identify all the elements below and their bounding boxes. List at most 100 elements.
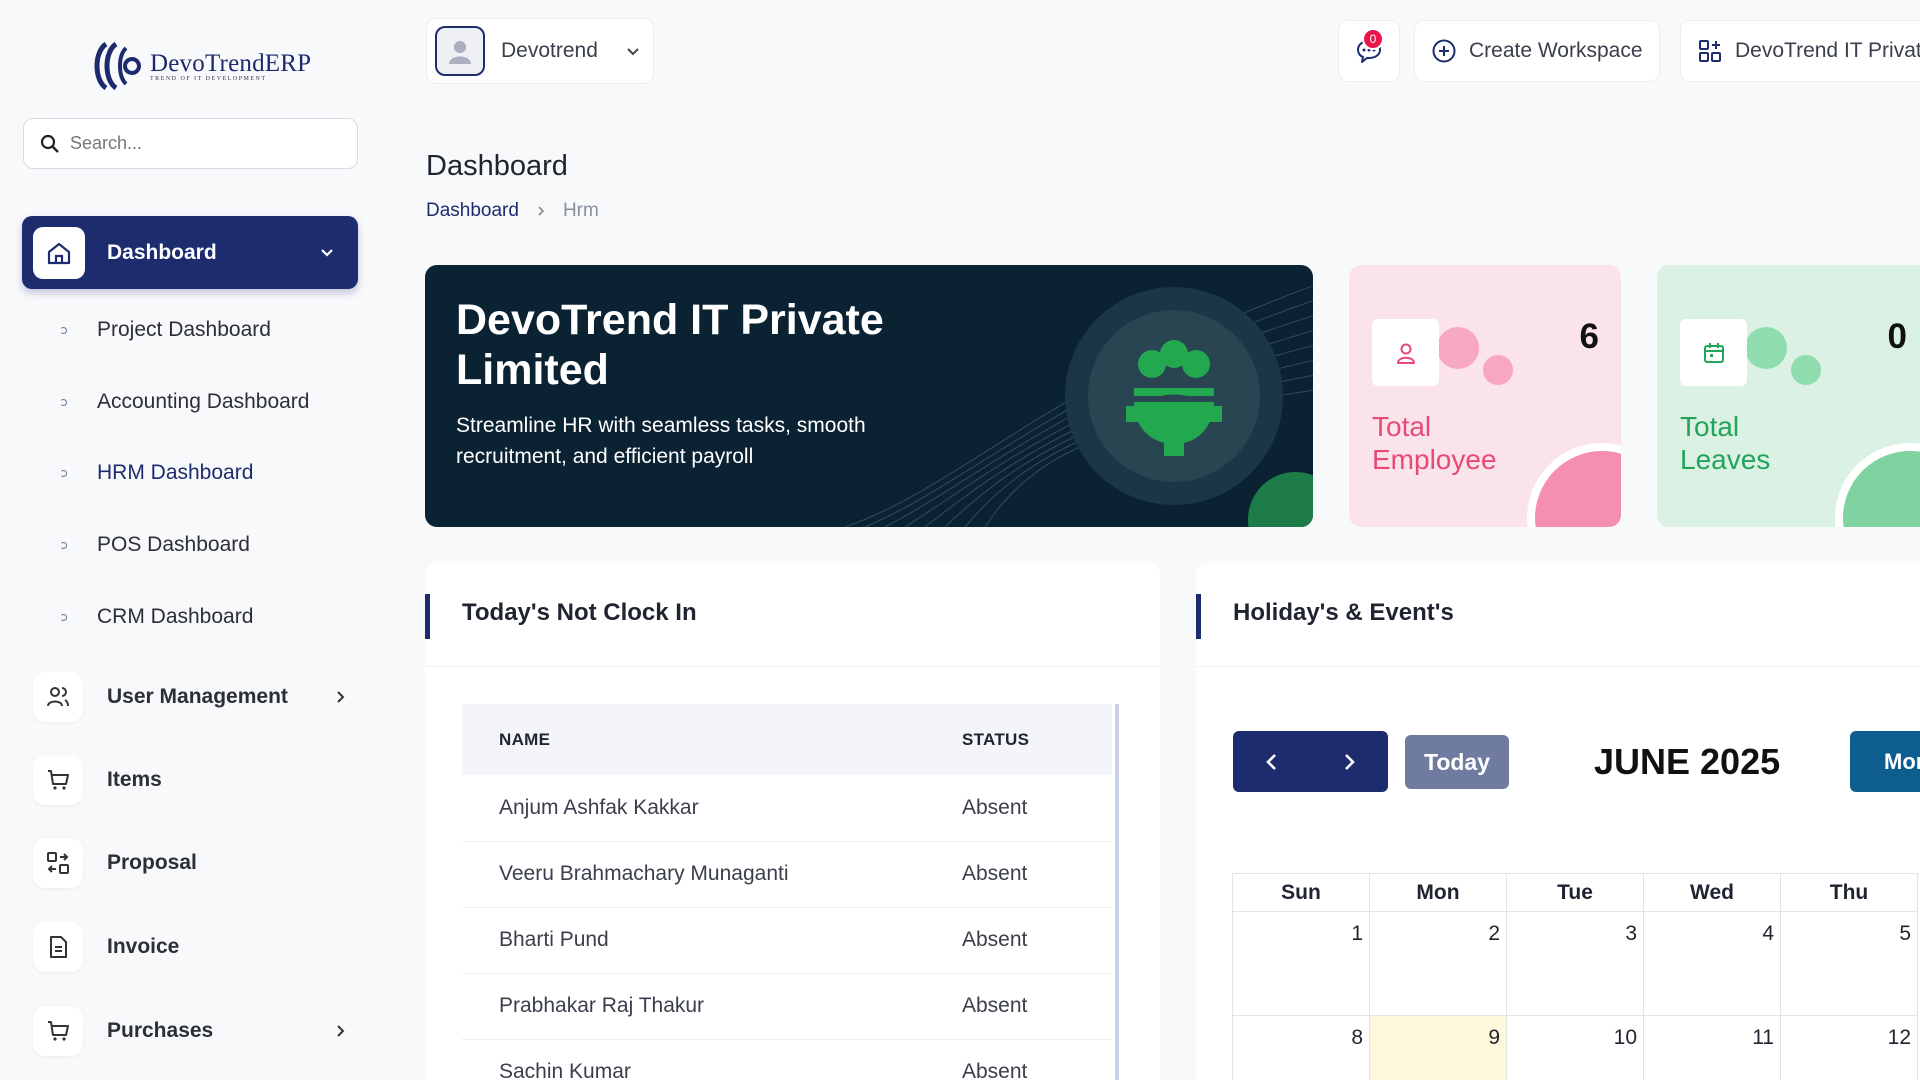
table-row: Bharti Pund Absent [462, 907, 1112, 974]
prev-month-button[interactable] [1261, 751, 1283, 773]
calendar-day-cell-today[interactable]: 9 [1369, 1015, 1507, 1080]
sidebar-subitem-label: Accounting Dashboard [97, 390, 310, 413]
events-panel: Holiday's & Event's Today JUNE 2025 Mont… [1196, 563, 1920, 1080]
weekday-label: Mon [1369, 873, 1507, 912]
company-selector[interactable]: DevoTrend IT Private Limited [1680, 20, 1920, 82]
logo-mark-icon [94, 41, 141, 91]
breadcrumb-link-dashboard[interactable]: Dashboard [426, 200, 519, 222]
column-header-name[interactable]: NAME [462, 704, 962, 775]
calendar-day-cell[interactable]: 4 [1643, 911, 1781, 1016]
team-gear-icon [1065, 287, 1283, 505]
bubble-decoration [1437, 327, 1479, 369]
breadcrumb-current: Hrm [562, 200, 599, 221]
month-view-button[interactable]: Month [1850, 731, 1920, 792]
calendar-day-cell[interactable]: 10 [1506, 1015, 1644, 1080]
calendar-icon [1680, 319, 1747, 386]
panel-title: Holiday's & Event's [1233, 599, 1454, 626]
sidebar-item-label: Purchases [107, 1019, 214, 1042]
sidebar-item-invoice[interactable]: Invoice [33, 922, 348, 972]
stat-card-total-leaves[interactable]: 0 Total Leaves [1657, 265, 1920, 527]
calendar-day-cell[interactable]: 5 [1780, 911, 1918, 1016]
sidebar-item-items[interactable]: Items [33, 755, 348, 805]
bullet-icon [60, 541, 67, 549]
calendar-day-cell[interactable]: 8 [1232, 1015, 1370, 1080]
user-icon [1372, 319, 1439, 386]
workspace-name: Devotrend [501, 39, 598, 62]
not-clock-in-table: NAME STATUS Anjum Ashfak Kakkar Absent Ve… [462, 704, 1112, 1080]
column-header-status[interactable]: STATUS [962, 704, 1112, 775]
next-month-button[interactable] [1338, 751, 1360, 773]
chevron-right-icon [337, 1025, 345, 1037]
status-cell: Absent [962, 1039, 1112, 1080]
sidebar-subitem-label: Project Dashboard [97, 318, 271, 341]
calendar-title: JUNE 2025 [1594, 741, 1781, 782]
calendar-day-cell[interactable]: 12 [1780, 1015, 1918, 1080]
stat-value: 6 [1579, 317, 1599, 356]
weekday-label: Tue [1506, 873, 1644, 912]
sidebar-subitem-project-dashboard[interactable]: Project Dashboard [60, 318, 271, 342]
calendar-week-row: 8 9 10 11 12 [1232, 1015, 1918, 1080]
accent-bar [1196, 594, 1201, 639]
calendar-weekday-header: Sun Mon Tue Wed Thu [1232, 873, 1918, 912]
messages-button[interactable]: 0 [1338, 20, 1400, 82]
bubble-decoration [1483, 355, 1513, 385]
sidebar-subitem-pos-dashboard[interactable]: POS Dashboard [60, 533, 250, 557]
chevron-right-icon [337, 691, 345, 703]
weekday-label: Thu [1780, 873, 1918, 912]
status-cell: Absent [962, 775, 1112, 842]
sidebar-subitem-hrm-dashboard[interactable]: HRM Dashboard [60, 461, 253, 485]
sidebar-subitem-label: HRM Dashboard [97, 461, 254, 484]
sidebar-subitem-crm-dashboard[interactable]: CRM Dashboard [60, 605, 253, 629]
table-row: Veeru Brahmachary Munaganti Absent [462, 841, 1112, 908]
company-name: DevoTrend IT Private Limited [1735, 39, 1920, 62]
sidebar-item-label: Invoice [107, 935, 180, 958]
calendar-day-cell[interactable]: 11 [1643, 1015, 1781, 1080]
employee-name: Anjum Ashfak Kakkar [462, 775, 962, 842]
users-icon [33, 672, 83, 722]
brand-logo[interactable]: DevoTrendERP TREND OF IT DEVELOPMENT [92, 38, 311, 94]
create-workspace-button[interactable]: Create Workspace [1414, 20, 1660, 82]
search-box [23, 118, 358, 169]
accent-bar [425, 594, 430, 639]
panel-title: Today's Not Clock In [462, 599, 697, 626]
calendar-day-cell[interactable]: 2 [1369, 911, 1507, 1016]
home-icon [33, 226, 85, 279]
calendar-day-cell[interactable]: 1 [1232, 911, 1370, 1016]
calendar-day-cell[interactable]: 3 [1506, 911, 1644, 1016]
search-input[interactable] [70, 133, 330, 154]
bullet-icon [60, 398, 67, 406]
cart-icon [33, 1006, 83, 1056]
calendar-nav [1233, 731, 1388, 792]
today-button[interactable]: Today [1405, 735, 1509, 789]
proposal-icon [33, 838, 83, 888]
not-clock-in-table-wrapper[interactable]: NAME STATUS Anjum Ashfak Kakkar Absent Ve… [462, 704, 1119, 1080]
circle-decoration [1835, 443, 1920, 527]
sidebar-subitem-accounting-dashboard[interactable]: Accounting Dashboard [60, 390, 309, 414]
sidebar-item-dashboard[interactable]: Dashboard [22, 216, 358, 289]
sidebar-item-label: Proposal [107, 851, 197, 874]
employee-name: Veeru Brahmachary Munaganti [462, 841, 962, 908]
sidebar-subitem-label: POS Dashboard [97, 533, 250, 556]
company-banner: DevoTrend IT Private Limited Streamline … [425, 265, 1313, 527]
bubble-decoration [1745, 327, 1787, 369]
stat-label: Total Employee [1372, 411, 1497, 475]
sidebar-item-purchases[interactable]: Purchases [33, 1006, 348, 1056]
avatar [435, 26, 485, 76]
sidebar-item-user-management[interactable]: User Management [33, 672, 348, 722]
sidebar-item-label: User Management [107, 685, 288, 708]
plus-circle-icon [1432, 39, 1456, 63]
table-row: Anjum Ashfak Kakkar Absent [462, 775, 1112, 842]
sidebar-item-proposal[interactable]: Proposal [33, 838, 348, 888]
cart-icon [33, 755, 83, 805]
status-cell: Absent [962, 841, 1112, 908]
chevron-down-icon [321, 248, 333, 257]
stat-card-total-employee[interactable]: 6 Total Employee [1349, 265, 1621, 527]
employee-name: Sachin Kumar [462, 1039, 962, 1080]
calendar-grid: Sun Mon Tue Wed Thu 1 2 3 4 5 8 9 10 11 … [1232, 873, 1918, 1080]
apps-icon [1699, 40, 1721, 62]
page-title: Dashboard [426, 150, 568, 182]
table-row: Prabhakar Raj Thakur Absent [462, 973, 1112, 1040]
workspace-selector[interactable]: Devotrend [426, 18, 654, 84]
chevron-down-icon [627, 48, 639, 56]
circle-decoration [1527, 443, 1621, 527]
